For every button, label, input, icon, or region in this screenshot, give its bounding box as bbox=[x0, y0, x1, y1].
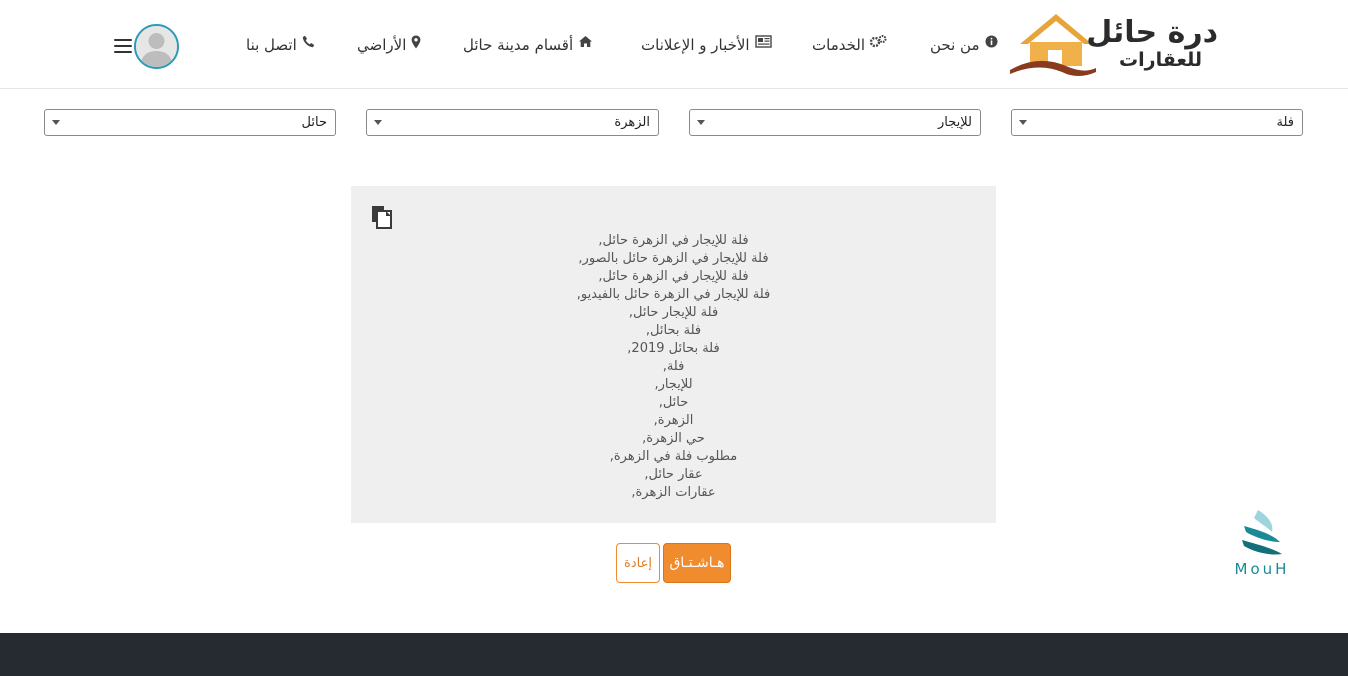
nav-services[interactable]: الخدمات bbox=[812, 35, 887, 55]
hashtags-box: فلة للإيجار في الزهرة حائل, فلة للإيجار … bbox=[351, 186, 996, 523]
hashtag-item: الزهرة, bbox=[653, 413, 694, 428]
hashtag-item: للإيجار, bbox=[654, 377, 693, 392]
property-type-select[interactable]: فلة bbox=[1011, 109, 1303, 136]
phone-icon bbox=[302, 35, 315, 55]
site-logo[interactable]: درة حائل للعقارات bbox=[1008, 10, 1220, 76]
hashtag-item: فلة, bbox=[662, 359, 685, 374]
hashtag-item: حي الزهرة, bbox=[642, 431, 705, 446]
hashtag-item: فلة للإيجار في الزهرة حائل, bbox=[598, 233, 749, 248]
hashtags-list: فلة للإيجار في الزهرة حائل, فلة للإيجار … bbox=[351, 232, 996, 502]
hashtag-item: عقار حائل, bbox=[644, 467, 703, 482]
menu-icon[interactable] bbox=[114, 39, 132, 53]
nav-news[interactable]: الأخبار و الإعلانات bbox=[641, 35, 772, 55]
district-select[interactable]: الزهرة bbox=[366, 109, 659, 136]
logo-subtitle: للعقارات bbox=[1119, 49, 1202, 71]
nav-contact-label: اتصل بنا bbox=[246, 36, 297, 54]
user-avatar[interactable] bbox=[134, 24, 179, 69]
chevron-down-icon bbox=[1019, 120, 1027, 125]
nav-services-label: الخدمات bbox=[812, 36, 866, 54]
hashtag-item: مطلوب فلة في الزهرة, bbox=[609, 449, 738, 464]
mouh-badge[interactable]: MouH bbox=[1230, 508, 1294, 578]
user-silhouette-icon bbox=[136, 26, 177, 67]
gears-icon bbox=[869, 35, 887, 55]
logo-title: درة حائل bbox=[1086, 15, 1218, 50]
map-marker-icon bbox=[411, 35, 421, 56]
hashtag-item: عقارات الزهرة, bbox=[631, 485, 716, 500]
district-value: الزهرة bbox=[614, 115, 650, 130]
hashtag-item: فلة للإيجار حائل, bbox=[628, 305, 719, 320]
mouh-text: MouH bbox=[1234, 560, 1290, 578]
city-value: حائل bbox=[301, 115, 327, 130]
nav-districts[interactable]: أقسام مدينة حائل bbox=[463, 35, 593, 55]
mouh-logo-icon bbox=[1242, 510, 1282, 555]
nav-about-label: من نحن bbox=[930, 36, 980, 54]
nav-lands[interactable]: الأراضي bbox=[357, 35, 421, 55]
chevron-down-icon bbox=[697, 120, 705, 125]
hashtag-item: حائل, bbox=[658, 395, 689, 410]
nav-contact[interactable]: اتصل بنا bbox=[246, 35, 315, 55]
nav-news-label: الأخبار و الإعلانات bbox=[641, 36, 750, 54]
chevron-down-icon bbox=[374, 120, 382, 125]
hashtag-item: فلة للإيجار في الزهرة حائل بالصور, bbox=[578, 251, 769, 266]
hashtag-item: فلة بحائل, bbox=[645, 323, 702, 338]
copy-icon[interactable] bbox=[370, 205, 394, 229]
reset-button[interactable]: إعادة bbox=[616, 543, 660, 583]
chevron-down-icon bbox=[52, 120, 60, 125]
purpose-value: للإيجار bbox=[938, 115, 972, 130]
home-icon bbox=[578, 35, 593, 55]
newspaper-icon bbox=[754, 35, 772, 55]
hashtag-item: فلة بحائل 2019, bbox=[627, 341, 720, 356]
site-footer bbox=[0, 633, 1348, 676]
nav-about[interactable]: من نحن bbox=[930, 35, 998, 55]
nav-lands-label: الأراضي bbox=[357, 36, 407, 54]
property-type-value: فلة bbox=[1276, 115, 1295, 130]
info-circle-icon bbox=[985, 35, 998, 55]
city-select[interactable]: حائل bbox=[44, 109, 336, 136]
purpose-select[interactable]: للإيجار bbox=[689, 109, 981, 136]
nav-districts-label: أقسام مدينة حائل bbox=[463, 36, 574, 54]
hashtag-button[interactable]: هـاشـتـاق bbox=[663, 543, 731, 583]
site-header: درة حائل للعقارات من نحن الخدمات الأخبار… bbox=[0, 0, 1348, 89]
house-logo-icon bbox=[1010, 14, 1096, 76]
hashtag-item: فلة للإيجار في الزهرة حائل, bbox=[598, 269, 749, 284]
hashtag-item: فلة للإيجار في الزهرة حائل بالفيديو, bbox=[576, 287, 771, 302]
